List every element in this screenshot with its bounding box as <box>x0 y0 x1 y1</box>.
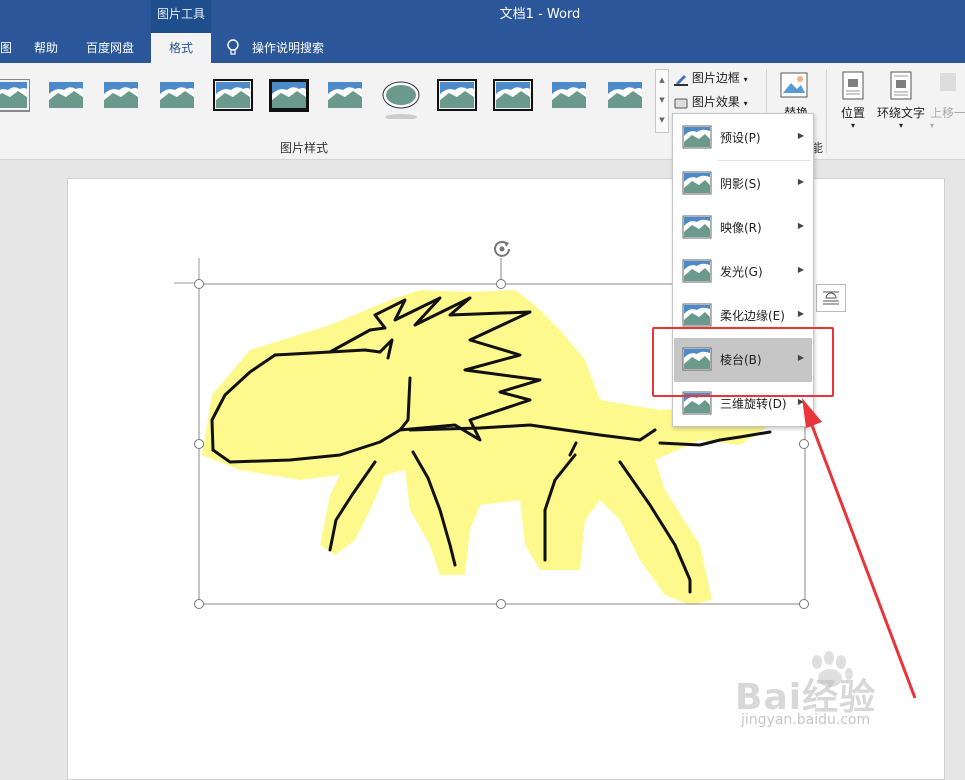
submenu-arrow-icon: ▶ <box>797 131 804 140</box>
menu-item-glow[interactable]: 发光(G) ▶ <box>674 250 812 294</box>
reflection-icon <box>682 215 712 242</box>
submenu-arrow-icon: ▶ <box>797 177 804 186</box>
submenu-arrow-icon: ▶ <box>797 221 804 230</box>
menu-item-label: 预设(P) <box>720 131 761 145</box>
rotate-handle-icon[interactable] <box>491 238 513 260</box>
menu-separator <box>717 160 811 161</box>
menu-item-label: 发光(G) <box>720 265 763 279</box>
baidu-jingyan-watermark: Bai经验 jingyan.baidu.com <box>735 650 925 743</box>
menu-item-preset[interactable]: 预设(P) ▶ <box>674 116 812 160</box>
menu-item-shadow[interactable]: 阴影(S) ▶ <box>674 162 812 206</box>
layout-options-icon <box>823 291 839 305</box>
menu-item-label: 阴影(S) <box>720 177 761 191</box>
shadow-icon <box>682 171 712 198</box>
glow-icon <box>682 259 712 286</box>
watermark-url: jingyan.baidu.com <box>741 712 871 728</box>
menu-item-reflection[interactable]: 映像(R) ▶ <box>674 206 812 250</box>
submenu-arrow-icon: ▶ <box>797 265 804 274</box>
preset-icon <box>682 125 712 152</box>
menu-item-label: 映像(R) <box>720 221 762 235</box>
layout-options-button[interactable] <box>816 284 846 312</box>
soft-edges-icon <box>682 303 712 330</box>
